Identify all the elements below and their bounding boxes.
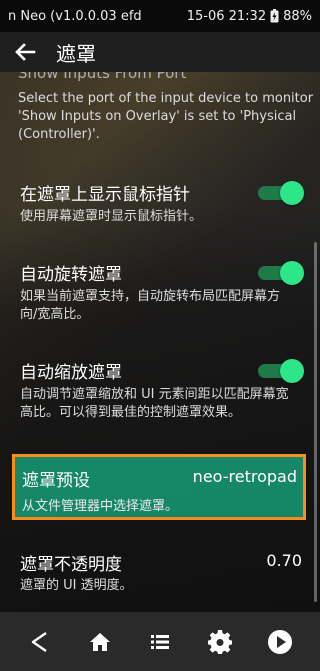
- play-icon[interactable]: [258, 620, 302, 664]
- gear-icon[interactable]: [198, 620, 242, 664]
- toggle-auto-rotate[interactable]: [258, 261, 304, 285]
- toggle-knob: [280, 261, 304, 285]
- toggle-knob: [280, 181, 304, 205]
- setting-desc-show-mouse: 使用屏幕遮罩时显示鼠标指针。: [20, 209, 203, 224]
- status-time: 15-06 21:32: [186, 8, 267, 24]
- status-bar: n Neo (v1.0.0.03 efd 15-06 21:32 88%: [0, 0, 320, 32]
- setting-row-overlay-preset[interactable]: 遮罩预设 neo-retropad 从文件管理器中选择遮罩。: [12, 454, 306, 520]
- setting-row-overlay-opacity[interactable]: 遮罩不透明度 0.70 遮罩的 UI 透明度。: [0, 542, 320, 602]
- back-icon[interactable]: [18, 620, 62, 664]
- setting-desc-input-port[interactable]: Select the port of the input device to m…: [18, 90, 318, 144]
- setting-desc-auto-scale: 自动调节遮罩缩放和 UI 元素间距以匹配屏幕宽高比。可以得到最佳的控制遮罩效果。: [20, 387, 289, 420]
- battery-charging-icon: [270, 9, 279, 23]
- setting-desc-auto-rotate: 如果当前遮罩支持，自动旋转布局匹配屏幕方向/宽高比。: [20, 289, 281, 322]
- setting-row-auto-rotate[interactable]: 自动旋转遮罩 如果当前遮罩支持，自动旋转布局匹配屏幕方向/宽高比。: [0, 252, 320, 332]
- setting-title-input-port: Show Inputs From Port: [18, 72, 187, 82]
- setting-row-auto-scale[interactable]: 自动缩放遮罩 自动调节遮罩缩放和 UI 元素间距以匹配屏幕宽高比。可以得到最佳的…: [0, 350, 320, 448]
- toggle-show-mouse[interactable]: [258, 181, 304, 205]
- setting-label-overlay-opacity: 遮罩不透明度: [20, 555, 122, 575]
- list-icon[interactable]: [138, 620, 182, 664]
- back-arrow-icon[interactable]: [14, 39, 40, 65]
- setting-label-auto-scale: 自动缩放遮罩: [20, 363, 122, 383]
- status-app-text: n Neo (v1.0.0.03 efd: [8, 8, 142, 24]
- home-icon[interactable]: [78, 620, 122, 664]
- setting-row-show-mouse[interactable]: 在遮罩上显示鼠标指针 使用屏幕遮罩时显示鼠标指针。: [0, 172, 320, 242]
- setting-value-overlay-preset: neo-retropad: [192, 467, 297, 486]
- toggle-auto-scale[interactable]: [258, 359, 304, 383]
- setting-label-overlay-preset: 遮罩预设: [22, 471, 90, 491]
- setting-value-overlay-opacity: 0.70: [266, 551, 302, 570]
- toggle-knob: [280, 359, 304, 383]
- app-header: 遮罩: [0, 32, 320, 72]
- setting-desc-overlay-opacity: 遮罩的 UI 透明度。: [20, 578, 133, 593]
- scrollbar-thumb[interactable]: [314, 242, 317, 602]
- setting-desc-overlay-preset: 从文件管理器中选择遮罩。: [22, 499, 179, 514]
- settings-list: Show Inputs From Port Select the port of…: [0, 72, 320, 612]
- bottom-nav-bar: [0, 612, 320, 671]
- setting-label-auto-rotate: 自动旋转遮罩: [20, 265, 122, 285]
- page-title: 遮罩: [56, 41, 96, 66]
- setting-label-show-mouse: 在遮罩上显示鼠标指针: [20, 185, 190, 205]
- battery-level: 88%: [283, 8, 312, 24]
